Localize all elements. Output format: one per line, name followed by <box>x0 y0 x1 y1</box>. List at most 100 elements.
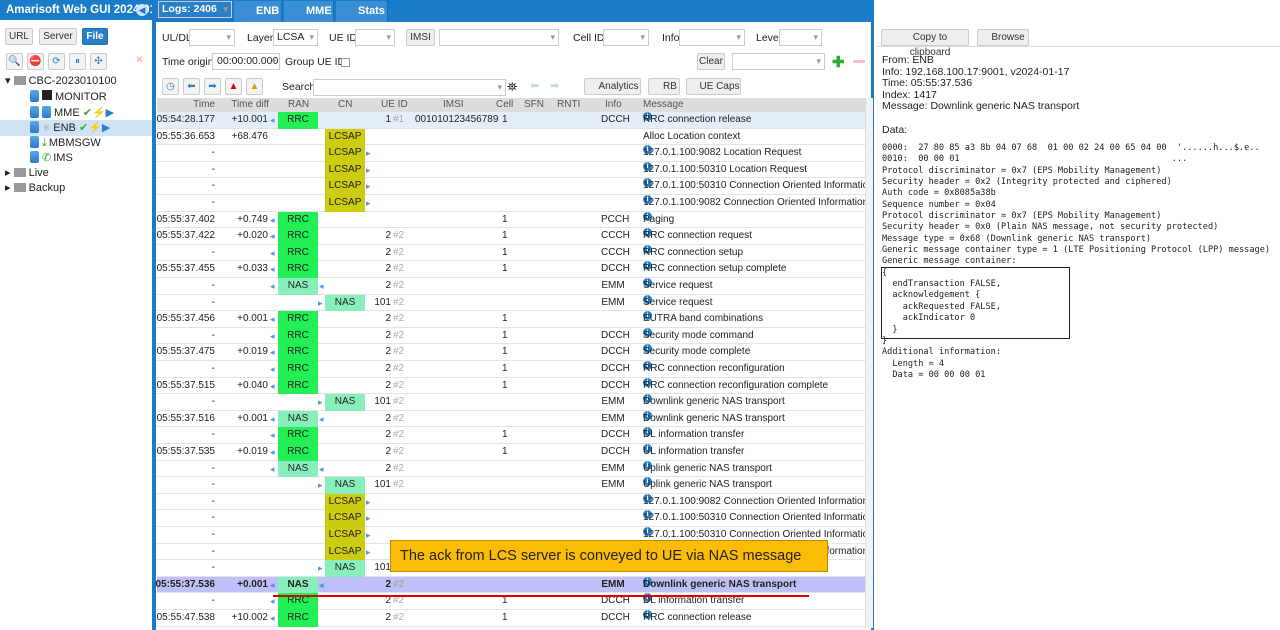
table-row[interactable]: - ◂ RRC 2 #2 1 CCCH i RRC connection setup <box>157 244 865 262</box>
error-icon[interactable]: ▲ <box>225 78 242 95</box>
arrow-left-icon[interactable]: ⬅ <box>183 78 200 95</box>
remove-icon[interactable] <box>853 60 865 63</box>
col-cell[interactable]: Cell <box>496 98 513 112</box>
table-row[interactable]: - ◂ RRC 2 #2 1 DCCH i Security mode command <box>157 327 865 345</box>
cell-ran: NAS <box>278 460 318 478</box>
table-row[interactable]: - NAS ▸ 101 #2 EMM i Uplink generic NAS transpo… <box>157 477 865 494</box>
tree-item-enb[interactable]: ♅ ENB ✔⚡▶ <box>0 120 152 136</box>
tab-stats[interactable]: Stats <box>336 1 388 22</box>
col-time-diff[interactable]: Time diff <box>231 98 269 112</box>
table-row[interactable]: 05:55:37.535 +0.019 ◂ RRC 2 #2 1 DCCH i UL inform… <box>157 444 865 461</box>
tab-mme[interactable]: MME <box>284 1 334 22</box>
table-row[interactable]: 05:55:47.538 +10.002 ◂ RRC 2 #2 1 DCCH i RRC conn… <box>157 610 865 627</box>
ueid-select[interactable] <box>355 29 395 46</box>
time-origin-input[interactable]: 00:00:00.000 <box>212 53 280 70</box>
cell-ran: RRC <box>278 311 318 328</box>
col-time[interactable]: Time <box>193 98 215 112</box>
search-icon[interactable]: 🔍 <box>6 53 23 70</box>
col-ueid[interactable]: UE ID <box>381 98 408 112</box>
prev-match-icon[interactable]: ⬅ <box>530 79 539 92</box>
col-info[interactable]: Info <box>605 98 622 112</box>
rb-button[interactable]: RB <box>648 78 680 95</box>
col-cn[interactable]: CN <box>338 98 352 112</box>
table-row[interactable]: -LCSAP▸i127.0.1.100:9082 Connection Orie… <box>157 493 868 511</box>
tab-logs[interactable]: Logs: 2406 <box>158 1 232 18</box>
file-button[interactable]: File <box>82 28 108 45</box>
col-ran[interactable]: RAN <box>288 98 309 112</box>
server-button[interactable]: Server <box>39 28 77 45</box>
col-message[interactable]: Message <box>643 98 684 112</box>
col-imsi[interactable]: IMSI <box>443 98 464 112</box>
play-icon[interactable]: ▶ <box>106 107 114 119</box>
browse-button[interactable]: Browse <box>977 29 1029 46</box>
cell-ue-hash: #2 <box>393 396 405 408</box>
cell-time-diff: +0.001 <box>237 313 268 325</box>
table-row[interactable]: 05:55:37.456 +0.001 ◂ RRC 2 #2 1 i EUTRA band co… <box>157 311 865 328</box>
table-row[interactable]: - LCSAP ▸ i 127.0.1.100:9082 Location Reques… <box>157 145 865 162</box>
cell-ue-id: 2 <box>385 346 391 358</box>
tree-group-backup[interactable]: ▸ Backup <box>5 180 65 196</box>
copy-clipboard-button[interactable]: Copy to clipboard <box>881 29 969 58</box>
col-sfn[interactable]: SFN <box>524 98 544 112</box>
table-row[interactable]: 05:55:36.653 +68.476 LCSAP Alloc Location c… <box>157 128 865 146</box>
table-row[interactable]: 05:55:37.402 +0.749 ◂ RRC 1 PCCH i Paging <box>157 211 865 229</box>
tab-enb[interactable]: ENB <box>234 1 282 22</box>
analytics-button[interactable]: Analytics <box>584 78 641 95</box>
table-scrollbar[interactable] <box>865 98 873 628</box>
tree-item-mbmsgw[interactable]: ⤓ MBMSGW <box>30 135 101 151</box>
add-icon[interactable]: ✚ <box>832 53 845 71</box>
cell-cn: LCSAP <box>325 145 365 162</box>
table-row[interactable]: 05:55:37.475 +0.019 ◂ RRC 2 #2 1 DCCH i Security … <box>157 344 865 361</box>
tree-item-monitor[interactable]: MONITOR <box>30 89 107 105</box>
close-icon[interactable]: ✕ <box>131 53 148 70</box>
level-select[interactable] <box>779 29 822 46</box>
table-row[interactable]: 05:55:37.422 +0.020 ◂ RRC 2 #2 1 CCCH i RRC conne… <box>157 228 865 245</box>
direction-arrow-icon: ▸ <box>318 297 323 308</box>
group-ueid-checkbox[interactable] <box>341 58 350 67</box>
tree-label: MBMSGW <box>48 137 101 149</box>
table-row[interactable]: - NAS ▸ 101 #2 EMM i Service request <box>157 294 865 312</box>
imsi-select[interactable] <box>439 29 559 46</box>
refresh-icon[interactable]: ⟳ <box>48 53 65 70</box>
table-row[interactable]: - LCSAP ▸ i 127.0.1.100:50310 Connection Ori… <box>157 178 874 195</box>
pause-icon[interactable]: ⏸ <box>69 53 86 70</box>
table-row[interactable]: -NAS▸101#2EMMiDownlink generic NAS trans… <box>157 394 865 411</box>
table-row[interactable]: - ◂ RRC 2 #2 1 DCCH i RRC connection reconfigura… <box>157 361 865 378</box>
table-row[interactable]: 05:55:37.536 +0.001 ◂ NAS ◂ 2 #2 EMM i Downlink g… <box>156 576 865 594</box>
collapse-icon[interactable]: ◀ <box>136 4 148 16</box>
warning-icon[interactable]: ▲ <box>246 78 263 95</box>
url-button[interactable]: URL <box>5 28 33 45</box>
info-select[interactable] <box>679 29 745 46</box>
layer-select[interactable]: LCSA <box>273 29 318 46</box>
table-row[interactable]: - ◂ NAS ◂ 2 #2 EMM i Service request <box>157 278 865 295</box>
table-row[interactable]: - ◂ RRC 2 #2 1 DCCH i DL information transfer <box>157 427 865 444</box>
arrow-right-icon[interactable]: ➡ <box>204 78 221 95</box>
clear-button[interactable]: Clear <box>697 53 725 70</box>
table-row[interactable]: - LCSAP ▸ i 127.0.1.100:50310 Connection Ori… <box>157 510 874 527</box>
table-row[interactable]: -LCSAP▸i127.0.1.100:9082 Connection Orie… <box>157 195 868 212</box>
uldl-select[interactable] <box>189 29 235 46</box>
table-row[interactable]: 05:55:37.516 +0.001 ◂ NAS ◂ 2 #2 EMM i Downlink g… <box>157 410 865 428</box>
filter-preset-select[interactable] <box>732 53 825 70</box>
connect-icon[interactable]: ✣ <box>90 53 107 70</box>
tree-group-live[interactable]: ▸ Live <box>5 165 49 181</box>
table-row[interactable]: - ◂ NAS ◂ 2 #2 EMM i Uplink generic NAS transpor… <box>157 460 865 478</box>
col-rnti[interactable]: RNTI <box>557 98 580 112</box>
tree-item-ims[interactable]: ✆ IMS <box>30 150 73 166</box>
tree-item-mme[interactable]: MME ✔⚡▶ <box>30 105 114 121</box>
binoculars-icon[interactable]: ⛯ <box>507 79 517 95</box>
play-icon[interactable]: ▶ <box>102 122 110 134</box>
next-match-icon[interactable]: ➡ <box>550 79 559 92</box>
tree-root[interactable]: ▾ CBC-2023010100 <box>5 73 117 89</box>
clock-icon[interactable]: ◷ <box>162 78 179 95</box>
cell-ue-hash: #2 <box>393 246 405 258</box>
table-row[interactable]: 05:55:37.455 +0.033 ◂ RRC 2 #2 1 DCCH i RRC conne… <box>157 261 865 278</box>
stop-icon[interactable]: ⛔ <box>27 53 44 70</box>
table-row[interactable]: - LCSAP ▸ i 127.0.1.100:50310 Location Reque… <box>157 161 865 179</box>
table-row[interactable]: 05:54:28.177 +10.001 ◂ RRC 1 #1 00101012345678… <box>157 112 865 129</box>
search-input[interactable] <box>313 79 506 96</box>
cellid-select[interactable] <box>603 29 649 46</box>
ue-caps-button[interactable]: UE Caps <box>686 78 741 95</box>
table-row[interactable]: 05:55:37.515 +0.040 ◂ RRC 2 #2 1 DCCH i RRC conne… <box>157 377 865 395</box>
imsi-button[interactable]: IMSI <box>406 29 435 46</box>
